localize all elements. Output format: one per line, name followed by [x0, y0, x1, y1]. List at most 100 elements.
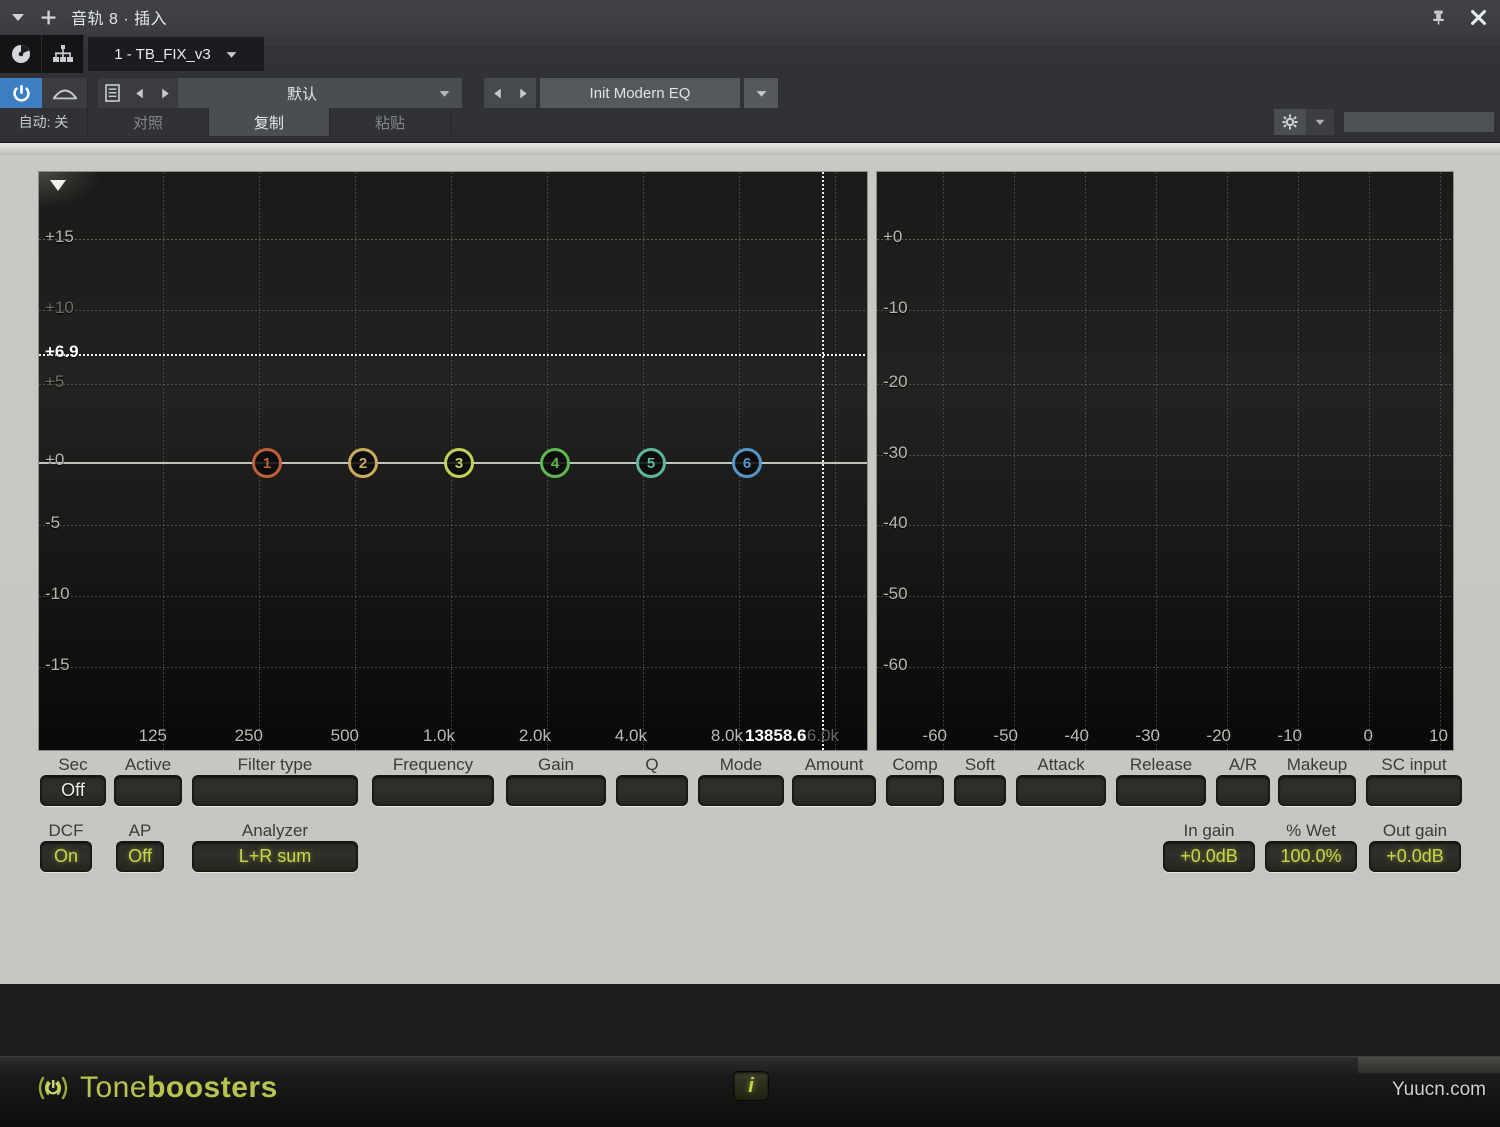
control-ar-value[interactable]: [1216, 775, 1270, 806]
control-frequency-value[interactable]: [372, 775, 494, 806]
plugin-footer: Toneboosters i Yuucn.com: [0, 1056, 1500, 1127]
control-release: Release: [1116, 755, 1206, 806]
an-gridline-0: [877, 239, 1453, 240]
an-gridline-m10: [877, 310, 1453, 311]
preset-list-icon-button[interactable]: [98, 78, 126, 108]
control-q: Q: [616, 755, 688, 806]
eq-band-node-1[interactable]: 1: [252, 448, 282, 478]
footer-tab-strip: [1358, 1057, 1500, 1073]
control-frequency-label: Frequency: [372, 755, 494, 775]
copy-button[interactable]: 复制: [209, 108, 330, 136]
control-gain-value[interactable]: [506, 775, 606, 806]
control-active: Active: [114, 755, 182, 806]
preset-prev-caret-left-icon[interactable]: [126, 78, 152, 108]
control-ar: A/R: [1216, 755, 1270, 806]
control-frequency: Frequency: [372, 755, 494, 806]
control-gain-label: Gain: [506, 755, 606, 775]
toneboosters-logo[interactable]: Toneboosters: [36, 1071, 278, 1105]
control-release-label: Release: [1116, 755, 1206, 775]
window-title: 音轨 8 · 插入: [71, 5, 167, 29]
control-release-value[interactable]: [1116, 775, 1206, 806]
routing-icon-button[interactable]: [42, 35, 84, 73]
eq-xlabel-8k: 8.0k: [711, 726, 743, 746]
eq-xlabel-4k: 4.0k: [615, 726, 647, 746]
plus-icon[interactable]: [40, 9, 57, 26]
parameter-value-strip[interactable]: [1344, 112, 1494, 132]
control-mode-value[interactable]: [698, 775, 784, 806]
pin-icon[interactable]: [1430, 9, 1447, 26]
info-button[interactable]: i: [733, 1071, 769, 1101]
plugin-slot-row: 1 - TB_FIX_v3: [0, 34, 1500, 74]
control-sec-label: Sec: [40, 755, 106, 775]
plugin-slot-selector[interactable]: 1 - TB_FIX_v3: [88, 37, 264, 71]
preset-name-display[interactable]: 默认: [178, 78, 426, 108]
knob-icon-button[interactable]: [0, 35, 42, 73]
preset-next-caret-right-icon[interactable]: [152, 78, 178, 108]
program-prev-caret-left-icon[interactable]: [484, 78, 510, 108]
control-amount: Amount: [792, 755, 876, 806]
program-caret-down-icon[interactable]: [744, 78, 778, 108]
control-comp: Comp: [886, 755, 944, 806]
panel-sheen: [0, 143, 1500, 155]
control-gain: Gain: [506, 755, 606, 806]
toneboosters-wave-icon: [36, 1073, 70, 1103]
program-next-caret-right-icon[interactable]: [510, 78, 536, 108]
control-comp-value[interactable]: [886, 775, 944, 806]
control-in-gain: In gain +0.0dB: [1163, 821, 1255, 872]
an-xlabel-m20: -20: [1206, 726, 1231, 746]
control-dcf-label: DCF: [40, 821, 92, 841]
control-active-value[interactable]: [114, 775, 182, 806]
control-amount-value[interactable]: [792, 775, 876, 806]
control-ap-value[interactable]: Off: [116, 841, 164, 872]
control-wet-value[interactable]: 100.0%: [1265, 841, 1357, 872]
control-in-gain-value[interactable]: +0.0dB: [1163, 841, 1255, 872]
eq-band-node-2[interactable]: 2: [348, 448, 378, 478]
automation-mode-button[interactable]: 自动: 关: [0, 108, 88, 136]
compare-button[interactable]: 对照: [88, 108, 209, 136]
control-attack-value[interactable]: [1016, 775, 1106, 806]
analyzer-graph[interactable]: +0 -10 -20 -30 -40 -50 -60 -60 -50 -40 -…: [876, 171, 1454, 751]
titlebar-buttons: [1430, 0, 1488, 34]
control-sc-input: SC input: [1366, 755, 1462, 806]
plugin-slot-caret-down-icon: [225, 48, 238, 61]
power-icon-button[interactable]: [0, 78, 42, 108]
program-name-display[interactable]: Init Modern EQ: [540, 78, 740, 108]
eq-band-node-6[interactable]: 6: [732, 448, 762, 478]
control-q-value[interactable]: [616, 775, 688, 806]
eq-band-node-3[interactable]: 3: [444, 448, 474, 478]
settings-caret-down-icon[interactable]: [1306, 109, 1334, 135]
control-makeup-value[interactable]: [1278, 775, 1356, 806]
control-out-gain-label: Out gain: [1369, 821, 1461, 841]
control-comp-label: Comp: [886, 755, 944, 775]
an-gridline-10: [1440, 172, 1441, 750]
control-makeup-label: Makeup: [1278, 755, 1356, 775]
graph-options-menu-button[interactable]: [39, 172, 101, 208]
eq-band-node-5[interactable]: 5: [636, 448, 666, 478]
eq-curve-graph[interactable]: +15 +10 +6.9 +5 +0 -5 -10 -15 125 250 50…: [38, 171, 868, 751]
control-dcf-value[interactable]: On: [40, 841, 92, 872]
control-dcf: DCF On: [40, 821, 92, 872]
control-out-gain-value[interactable]: +0.0dB: [1369, 841, 1461, 872]
control-wet: % Wet 100.0%: [1265, 821, 1357, 872]
control-filter-type-value[interactable]: [192, 775, 358, 806]
preset-caret-down-icon[interactable]: [426, 78, 462, 108]
close-icon[interactable]: [1469, 8, 1488, 27]
an-xlabel-10: 10: [1429, 726, 1448, 746]
bypass-curve-icon-button[interactable]: [42, 78, 88, 108]
control-analyzer-value[interactable]: L+R sum: [192, 841, 358, 872]
control-sec-value[interactable]: Off: [40, 775, 106, 806]
eq-band-node-4[interactable]: 4: [540, 448, 570, 478]
gear-icon-button[interactable]: [1274, 109, 1306, 135]
control-sc-input-value[interactable]: [1366, 775, 1462, 806]
graph-area: +15 +10 +6.9 +5 +0 -5 -10 -15 125 250 50…: [38, 171, 1462, 751]
eq-ylabel-10: +10: [45, 298, 74, 318]
control-soft-value[interactable]: [954, 775, 1006, 806]
graph-options-caret-down-icon: [49, 179, 67, 192]
collapse-caret-down-icon[interactable]: [10, 9, 26, 25]
eq-ylabel-m15: -15: [45, 655, 70, 675]
eq-xlabel-2k: 2.0k: [519, 726, 551, 746]
an-gridline-m30: [1156, 172, 1157, 750]
paste-button[interactable]: 粘贴: [330, 108, 451, 136]
eq-cursor-vertical-line: [822, 172, 824, 750]
control-attack-label: Attack: [1016, 755, 1106, 775]
